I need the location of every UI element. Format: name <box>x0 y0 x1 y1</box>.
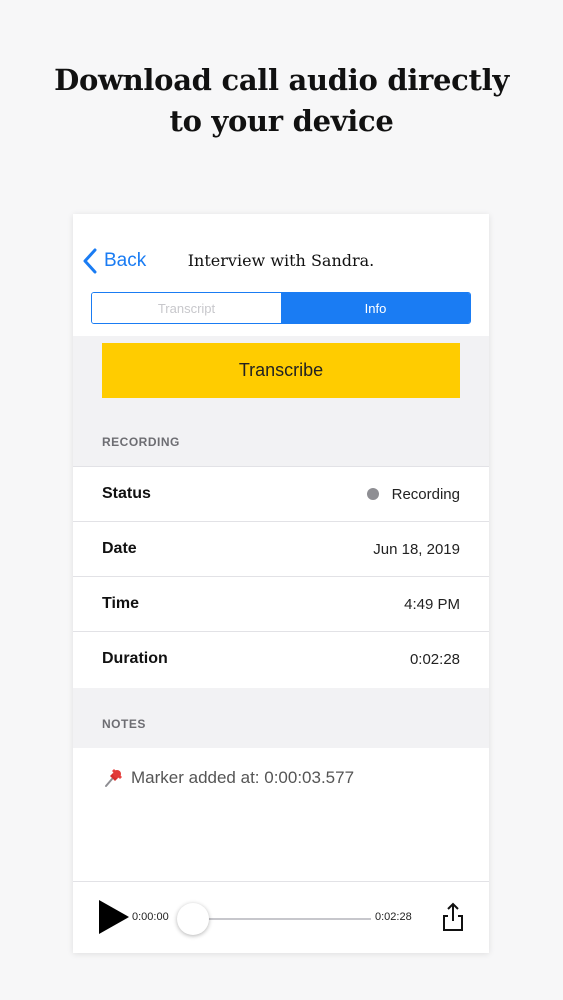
promo-headline: Download call audio directly to your dev… <box>0 60 563 142</box>
status-value: Recording <box>391 485 460 503</box>
recording-details-list: Status Recording Date Jun 18, 2019 Time … <box>73 466 489 686</box>
total-time: 0:02:28 <box>375 911 412 923</box>
progress-track[interactable] <box>191 918 371 920</box>
notes-section-header: NOTES <box>102 717 146 731</box>
tab-info[interactable]: Info <box>281 293 470 323</box>
duration-label: Duration <box>102 650 168 667</box>
time-row: Time 4:49 PM <box>73 576 489 631</box>
page-title: Interview with Sandra. <box>187 251 375 270</box>
chevron-left-icon <box>83 248 97 274</box>
time-value: 4:49 PM <box>404 595 460 613</box>
time-label: Time <box>102 595 140 612</box>
note-item[interactable]: Marker added at: 0:00:03.577 <box>102 767 354 789</box>
audio-player: 0:00:00 0:02:28 <box>73 881 489 953</box>
share-icon[interactable] <box>442 902 464 932</box>
play-icon[interactable] <box>99 900 129 934</box>
status-dot-icon <box>366 488 379 500</box>
status-value-container: Recording <box>366 485 460 503</box>
tab-transcript[interactable]: Transcript <box>92 293 281 323</box>
headline-line-2: to your device <box>169 104 394 138</box>
app-screen: Back Interview with Sandra. Transcript I… <box>73 214 489 953</box>
headline-line-1: Download call audio directly <box>54 63 509 97</box>
recording-section-header: RECORDING <box>102 435 180 449</box>
date-value: Jun 18, 2019 <box>373 540 460 558</box>
segmented-control: Transcript Info <box>91 292 471 324</box>
back-label: Back <box>104 250 147 271</box>
date-row: Date Jun 18, 2019 <box>73 521 489 576</box>
note-text: Marker added at: 0:00:03.577 <box>131 768 355 787</box>
status-label: Status <box>102 485 151 502</box>
date-label: Date <box>102 540 137 557</box>
status-row: Status Recording <box>73 466 489 521</box>
duration-row: Duration 0:02:28 <box>73 631 489 686</box>
navigation-bar: Back Interview with Sandra. <box>73 214 489 286</box>
duration-value: 0:02:28 <box>409 650 460 668</box>
progress-slider-knob[interactable] <box>177 903 209 935</box>
transcribe-button[interactable]: Transcribe <box>102 343 460 398</box>
back-button[interactable]: Back <box>82 248 146 274</box>
current-time: 0:00:00 <box>132 911 169 923</box>
pushpin-icon <box>105 769 122 787</box>
